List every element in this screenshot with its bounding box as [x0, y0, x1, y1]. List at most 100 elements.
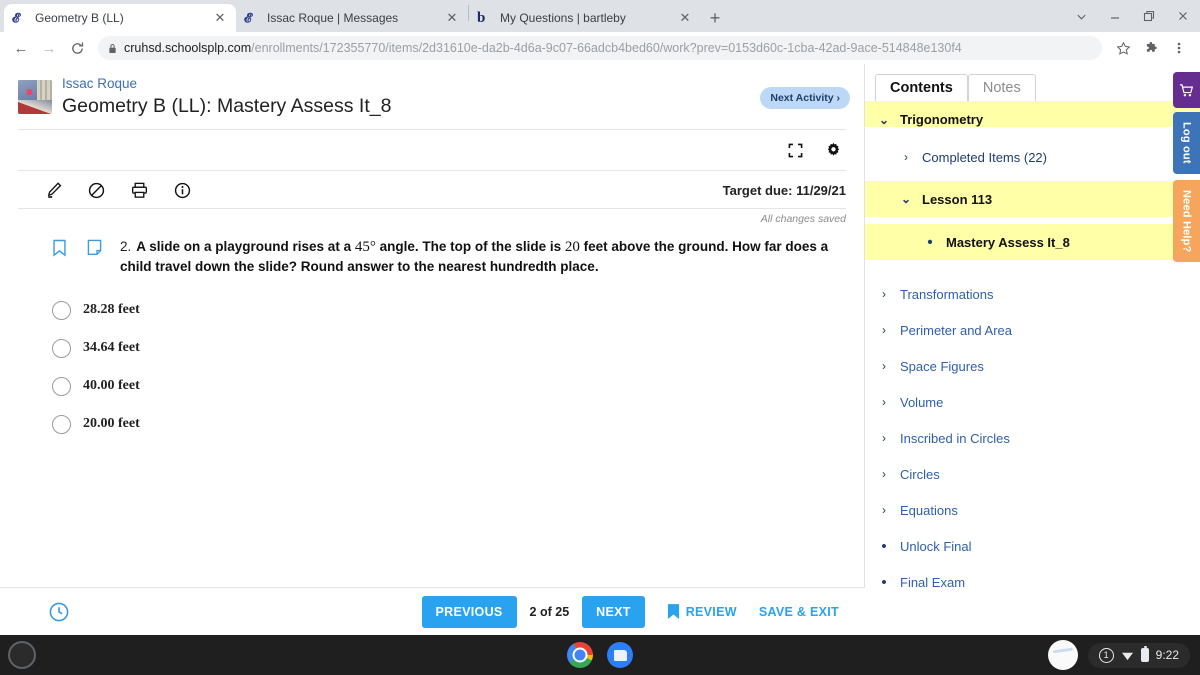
page-title: Geometry B (LL): Mastery Assess It_8: [62, 95, 392, 117]
question-number: 2.: [120, 239, 132, 254]
question-navigation: PREVIOUS 2 of 25 NEXT REVIEW SAVE & EXIT: [421, 595, 839, 628]
save-status: All changes saved: [760, 213, 846, 225]
save-exit-button[interactable]: SAVE & EXIT: [737, 605, 839, 619]
address-bar[interactable]: cruhsd.schoolsplp.com/enrollments/172355…: [98, 36, 1102, 60]
activity-header: Issac Roque Geometry B (LL): Mastery Ass…: [0, 64, 864, 119]
graduation-cap-icon: 𝓔: [12, 10, 20, 25]
logout-label: Log out: [1180, 122, 1193, 164]
extensions-puzzle-icon[interactable]: [1138, 35, 1164, 61]
fullscreen-icon[interactable]: [788, 143, 803, 158]
chevron-down-icon[interactable]: [1064, 0, 1098, 32]
profile-avatar[interactable]: [1047, 640, 1078, 670]
radio-button[interactable]: [52, 414, 71, 434]
review-button[interactable]: REVIEW: [645, 603, 737, 620]
activity-pane: Issac Roque Geometry B (LL): Mastery Ass…: [0, 64, 865, 635]
remove-highlight-icon[interactable]: [87, 181, 106, 200]
answer-option-label: 40.00 feet: [83, 378, 140, 393]
contents-tabs: Contents Notes: [865, 64, 1200, 101]
browser-tab-2[interactable]: b My Questions | bartleby ✕: [469, 4, 701, 32]
answer-option-label: 20.00 feet: [83, 416, 140, 431]
launcher-button[interactable]: [8, 641, 36, 669]
url-path: /enrollments/172355770/items/2d31610e-da…: [251, 41, 962, 55]
tab-close-icon[interactable]: ✕: [677, 10, 693, 26]
chevron-right-icon: ›: [882, 395, 886, 409]
tab-title: My Questions | bartleby: [500, 11, 626, 25]
status-tray[interactable]: 1 9:22: [1087, 642, 1190, 668]
need-help-label: Need Help?: [1180, 189, 1193, 253]
tab-notes[interactable]: Notes: [967, 74, 1036, 101]
three-dot-menu-icon[interactable]: [1166, 35, 1192, 61]
forward-button[interactable]: →: [36, 35, 62, 61]
tab-close-icon[interactable]: ✕: [444, 10, 460, 26]
files-icon[interactable]: [607, 642, 633, 668]
star-icon[interactable]: [1110, 35, 1136, 61]
answer-option-0[interactable]: 28.28 feet: [52, 291, 864, 329]
next-button[interactable]: NEXT: [582, 595, 645, 628]
bullet-icon: •: [881, 573, 887, 591]
toc-item-perimeter-and-area[interactable]: › Perimeter and Area: [865, 312, 1200, 348]
clock-time: 9:22: [1155, 648, 1179, 662]
next-activity-button[interactable]: Next Activity ›: [760, 87, 850, 109]
url-domain: cruhsd.schoolsplp.com: [124, 41, 252, 55]
maximize-icon[interactable]: [1132, 0, 1166, 32]
radio-button[interactable]: [52, 376, 71, 396]
toc-item-trigonometry[interactable]: ⌄ Trigonometry: [865, 101, 1200, 127]
toc-item-inscribed-in-circles[interactable]: › Inscribed in Circles: [865, 420, 1200, 456]
answer-option-2[interactable]: 40.00 feet: [52, 367, 864, 405]
toc-item-lesson-113[interactable]: ⌄ Lesson 113: [865, 181, 1200, 217]
toc-item-unlock-final[interactable]: • Unlock Final: [865, 528, 1200, 564]
bookmark-icon[interactable]: [52, 239, 67, 277]
tab-close-icon[interactable]: ✕: [212, 10, 228, 26]
student-name[interactable]: Issac Roque: [62, 76, 391, 92]
chevron-down-icon: ⌄: [878, 113, 890, 127]
toc-item-completed-items[interactable]: › Completed Items (22): [865, 139, 1200, 175]
info-icon[interactable]: [173, 181, 192, 200]
print-icon[interactable]: [130, 181, 149, 200]
toc-item-transformations[interactable]: › Transformations: [865, 276, 1200, 312]
clock-icon[interactable]: [48, 601, 70, 623]
page-content: Issac Roque Geometry B (LL): Mastery Ass…: [0, 64, 1200, 635]
note-icon[interactable]: [87, 239, 102, 277]
close-icon[interactable]: [1166, 0, 1200, 32]
bullet-icon: •: [881, 537, 887, 555]
avatar: [18, 80, 52, 114]
bookmark-flag-icon: [667, 603, 680, 620]
lock-icon: [108, 43, 117, 54]
activity-footer: PREVIOUS 2 of 25 NEXT REVIEW SAVE & EXIT: [0, 587, 865, 635]
previous-button[interactable]: PREVIOUS: [421, 595, 517, 628]
new-tab-button[interactable]: +: [701, 4, 729, 32]
chevron-right-icon: ›: [882, 359, 886, 373]
minimize-icon[interactable]: [1098, 0, 1132, 32]
bullet-icon: •: [927, 233, 933, 251]
chevron-right-icon: ›: [882, 503, 886, 517]
tab-contents[interactable]: Contents: [875, 74, 968, 101]
radio-button[interactable]: [52, 300, 71, 320]
answer-options: 28.28 feet 34.64 feet 40.00 feet 20.00 f…: [0, 277, 864, 443]
highlighter-icon[interactable]: [44, 181, 63, 200]
browser-tab-0[interactable]: 𝓔 Geometry B (LL) ✕: [4, 4, 236, 32]
toc-item-circles[interactable]: › Circles: [865, 456, 1200, 492]
need-help-tab[interactable]: Need Help?: [1173, 180, 1200, 262]
notification-badge: 1: [1098, 647, 1114, 663]
toc-item-equations[interactable]: › Equations: [865, 492, 1200, 528]
question-text-part: angle. The top of the slide is: [375, 239, 565, 254]
reload-button[interactable]: [64, 35, 90, 61]
answer-option-label: 28.28 feet: [83, 302, 140, 317]
shelf-status-area: 1 9:22: [1047, 640, 1200, 670]
logout-tab[interactable]: Log out: [1173, 112, 1200, 174]
chevron-down-icon: ⌄: [900, 192, 912, 206]
chevron-right-icon: ›: [882, 431, 886, 445]
browser-tab-1[interactable]: 𝓔 Issac Roque | Messages ✕: [236, 4, 468, 32]
toc-item-mastery-assess-it-8[interactable]: • Mastery Assess It_8: [865, 224, 1200, 260]
chrome-icon[interactable]: [567, 642, 593, 668]
toc-item-final-exam[interactable]: • Final Exam: [865, 564, 1200, 600]
wifi-icon: [1121, 650, 1134, 661]
toc-item-space-figures[interactable]: › Space Figures: [865, 348, 1200, 384]
settings-gear-icon[interactable]: [825, 142, 842, 159]
answer-option-3[interactable]: 20.00 feet: [52, 405, 864, 443]
toc-label: Unlock Final: [900, 538, 972, 554]
toc-item-volume[interactable]: › Volume: [865, 384, 1200, 420]
answer-option-1[interactable]: 34.64 feet: [52, 329, 864, 367]
back-button[interactable]: ←: [8, 35, 34, 61]
radio-button[interactable]: [52, 338, 71, 358]
